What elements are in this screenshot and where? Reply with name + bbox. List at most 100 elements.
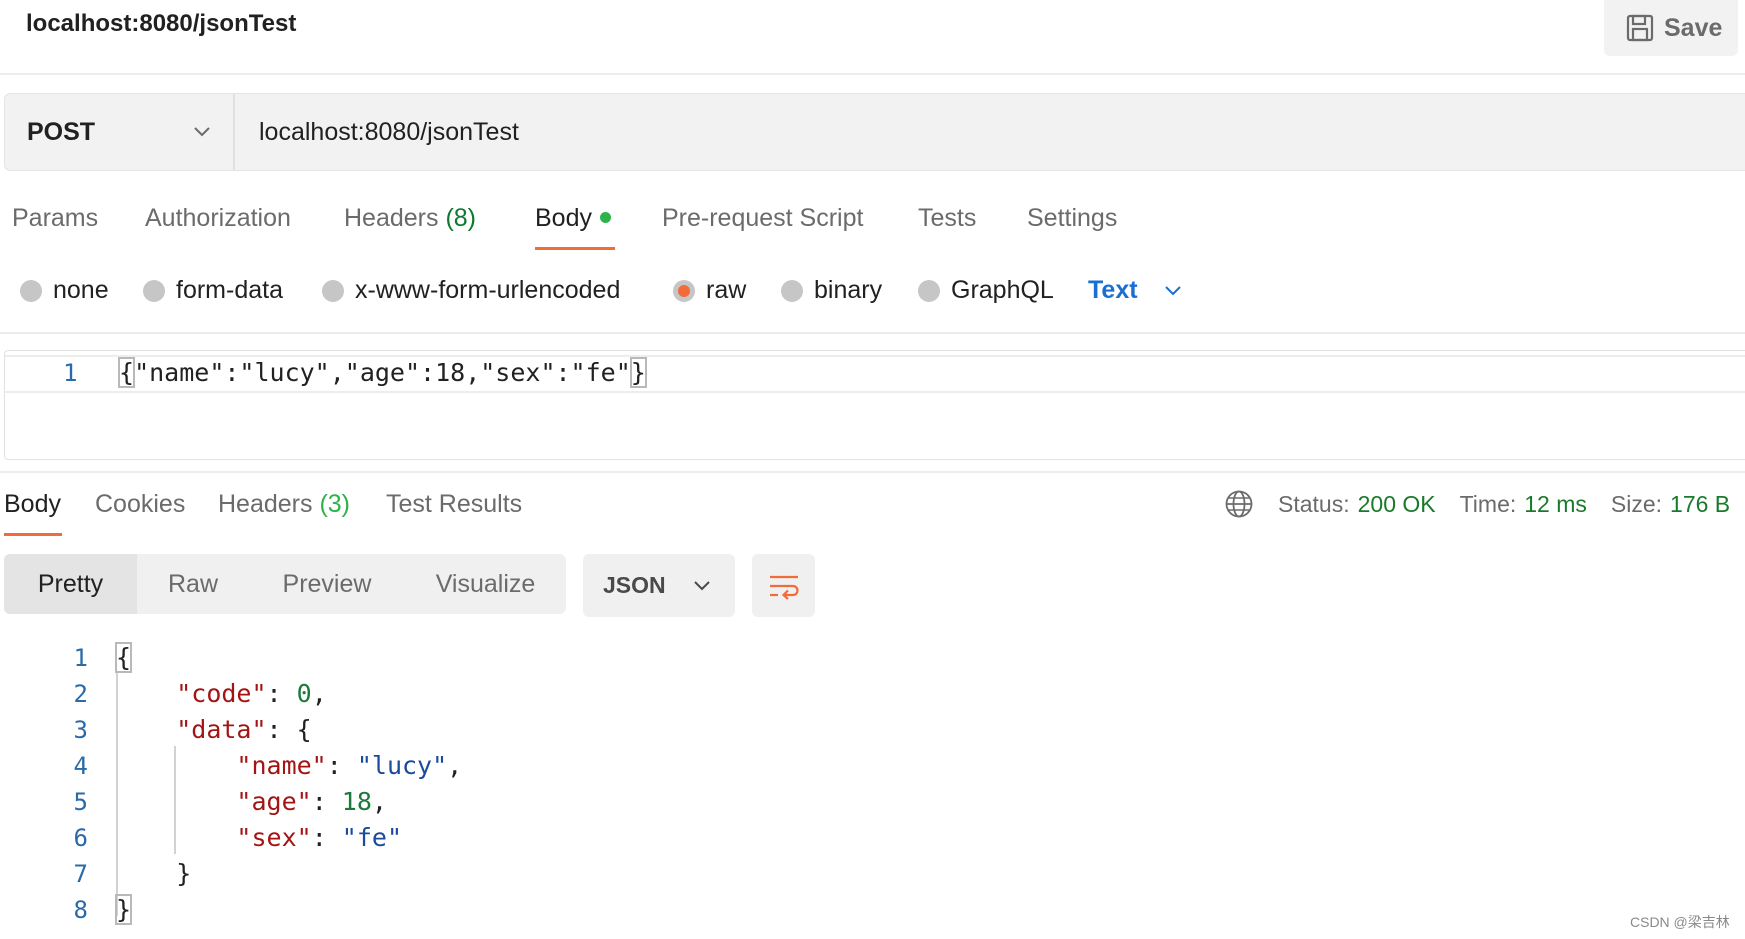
response-line-numbers: 1 2 3 4 5 6 7 8 xyxy=(48,640,88,928)
response-tab-cookies[interactable]: Cookies xyxy=(95,490,185,519)
line-number: 3 xyxy=(73,716,88,744)
radio-circle xyxy=(918,279,940,302)
raw-language-label: Text xyxy=(1088,276,1138,304)
radio-binary[interactable]: binary xyxy=(781,276,882,305)
tab-headers-label: Headers xyxy=(344,204,439,232)
response-format-label: JSON xyxy=(603,572,666,598)
tab-prerequest-script[interactable]: Pre-request Script xyxy=(662,204,863,233)
chevron-down-icon xyxy=(194,127,210,137)
radio-urlencoded[interactable]: x-www-form-urlencoded xyxy=(322,276,620,305)
open-brace: { xyxy=(114,642,133,673)
code-line: "sex": "fe" xyxy=(236,823,403,852)
watermark: CSDN @梁吉林 xyxy=(1630,914,1730,930)
response-tab-headers[interactable]: Headers (3) xyxy=(218,490,350,519)
json-key: "sex" xyxy=(236,823,312,852)
radio-circle-selected xyxy=(673,279,695,302)
json-key: "code" xyxy=(176,679,267,708)
save-icon xyxy=(1626,14,1654,42)
divider xyxy=(0,332,1745,334)
divider xyxy=(0,471,1745,473)
json-key: "name" xyxy=(236,751,327,780)
close-brace: } xyxy=(114,894,133,925)
view-preview[interactable]: Preview xyxy=(249,554,405,614)
request-title: localhost:8080/jsonTest xyxy=(26,10,297,37)
radio-circle xyxy=(20,279,42,302)
radio-raw[interactable]: raw xyxy=(673,276,746,305)
view-raw[interactable]: Raw xyxy=(137,554,249,614)
line-number: 1 xyxy=(63,359,78,387)
view-visualize[interactable]: Visualize xyxy=(405,554,566,614)
code-line: "age": 18, xyxy=(236,787,387,816)
time-value: 12 ms xyxy=(1524,490,1587,517)
save-button-label: Save xyxy=(1664,13,1723,42)
radio-graphql[interactable]: GraphQL xyxy=(918,276,1054,305)
line-number: 4 xyxy=(73,752,88,780)
tab-body[interactable]: Body xyxy=(535,204,611,233)
active-tab-indicator xyxy=(4,533,62,536)
radio-label: x-www-form-urlencoded xyxy=(355,276,621,304)
radio-form-data[interactable]: form-data xyxy=(143,276,283,305)
json-string: "lucy" xyxy=(356,751,448,780)
chevron-down-icon xyxy=(694,580,710,590)
radio-label: raw xyxy=(706,276,747,304)
modified-dot-icon xyxy=(599,211,611,223)
line-number: 2 xyxy=(73,680,88,708)
radio-none[interactable]: none xyxy=(20,276,109,305)
request-body-content: "name":"lucy","age":18,"sex":"fe" xyxy=(134,358,631,387)
size-value: 176 B xyxy=(1670,490,1731,517)
line-number: 5 xyxy=(73,788,88,816)
tab-headers[interactable]: Headers (8) xyxy=(344,204,476,233)
tab-settings[interactable]: Settings xyxy=(1027,204,1117,233)
radio-circle xyxy=(781,279,803,302)
globe-icon[interactable] xyxy=(1224,489,1254,519)
url-input[interactable]: localhost:8080/jsonTest xyxy=(237,94,519,170)
active-tab-indicator xyxy=(535,247,615,250)
response-format-select[interactable]: JSON xyxy=(583,554,735,617)
method-label: POST xyxy=(27,117,96,146)
response-tab-test-results[interactable]: Test Results xyxy=(386,490,522,519)
status-label: Status: xyxy=(1278,490,1350,517)
json-number: 0 xyxy=(296,679,312,708)
wrap-lines-icon xyxy=(769,575,799,600)
json-key: "data" xyxy=(176,715,267,744)
close-brace: } xyxy=(629,357,647,388)
json-key: "age" xyxy=(236,787,312,816)
time-label: Time: xyxy=(1459,490,1517,517)
response-tab-headers-label: Headers xyxy=(218,490,313,518)
status-value: 200 OK xyxy=(1357,490,1436,517)
radio-label: form-data xyxy=(176,276,283,304)
request-body-editor[interactable]: 1 {"name":"lucy","age":18,"sex":"fe"} xyxy=(4,350,1745,460)
radio-label: GraphQL xyxy=(951,276,1054,304)
response-view-switcher: Pretty Raw Preview Visualize xyxy=(4,554,566,614)
divider xyxy=(0,73,1745,75)
code-line: } xyxy=(114,892,462,928)
raw-language-select[interactable]: Text xyxy=(1088,276,1182,305)
chevron-down-icon xyxy=(1164,285,1181,295)
radio-label: binary xyxy=(814,276,883,304)
response-tab-body[interactable]: Body xyxy=(4,490,61,519)
line-number: 1 xyxy=(73,644,88,672)
radio-circle xyxy=(143,279,165,302)
wrap-lines-button[interactable] xyxy=(752,554,815,617)
view-pretty[interactable]: Pretty xyxy=(4,554,137,614)
json-number: 18 xyxy=(341,787,372,816)
code-line: { xyxy=(114,640,462,676)
tab-tests[interactable]: Tests xyxy=(918,204,976,233)
url-bar: POST localhost:8080/jsonTest xyxy=(4,93,1745,171)
response-tab-headers-count: (3) xyxy=(319,490,351,518)
open-brace: { xyxy=(117,357,136,388)
line-number: 7 xyxy=(73,860,88,888)
tab-params[interactable]: Params xyxy=(12,204,98,233)
tab-headers-count: (8) xyxy=(445,204,477,232)
response-status-area: Status: 200 OK Time: 12 ms Size: 176 B xyxy=(1224,489,1730,519)
save-button[interactable]: Save xyxy=(1604,0,1738,56)
code-line: } xyxy=(116,859,192,888)
code-line: "code": 0, xyxy=(176,679,327,708)
tab-authorization[interactable]: Authorization xyxy=(145,204,291,233)
method-select[interactable]: POST xyxy=(5,94,235,170)
radio-circle xyxy=(322,279,344,302)
size-label: Size: xyxy=(1610,490,1663,517)
code-line: "data": { xyxy=(176,715,312,744)
response-body-code: { "code": 0, "data": { "name": "lucy", "… xyxy=(114,640,462,928)
line-number: 6 xyxy=(73,824,88,852)
